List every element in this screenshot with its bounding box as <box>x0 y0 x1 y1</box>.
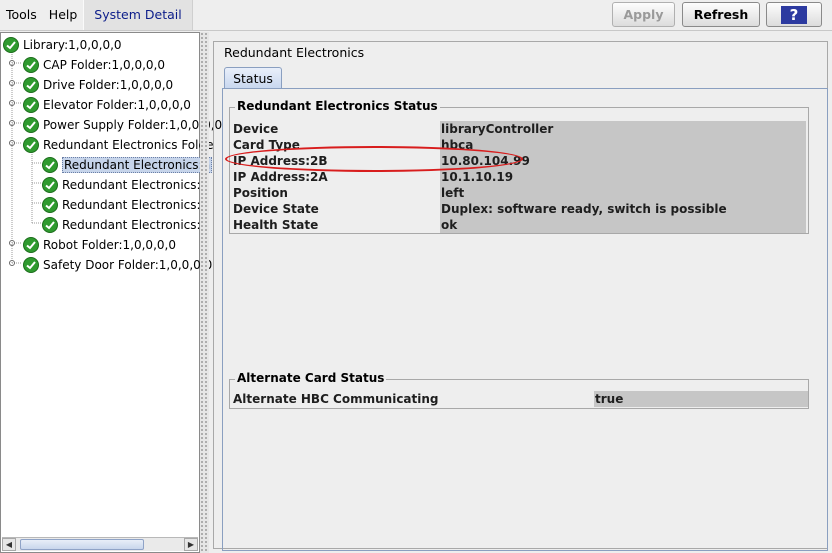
detail-group: Redundant Electronics Status Redundant E… <box>213 41 828 551</box>
ok-check-icon <box>23 137 39 153</box>
tree-item-label: Elevator Folder:1,0,0,0,0 <box>43 98 191 112</box>
row-label: Device State <box>233 202 319 216</box>
detail-title: Redundant Electronics <box>222 45 367 60</box>
tree-item-redundant-electronics-3[interactable]: Redundant Electronics:h <box>42 195 208 215</box>
status-group-title: Redundant Electronics Status <box>235 99 440 113</box>
row-value: ok <box>440 217 806 233</box>
tree-item-label: Power Supply Folder:1,0,0,0,0 <box>43 118 223 132</box>
tree-item-elevator-folder[interactable]: Elevator Folder:1,0,0,0,0 <box>23 95 191 115</box>
tree-item-label: CAP Folder:1,0,0,0,0 <box>43 58 165 72</box>
help-icon: ? <box>781 5 807 24</box>
tree-item-label: Redundant Electronics:h <box>62 198 209 212</box>
scroll-left-arrow-icon[interactable]: ◀ <box>2 538 16 551</box>
tree-panel: Library:1,0,0,0,0 CAP Folder:1,0,0,0,0 D… <box>0 32 222 553</box>
menu-help[interactable]: Help <box>43 0 84 30</box>
row-value: 10.1.10.19 <box>440 169 806 185</box>
tree-item-label: Drive Folder:1,0,0,0,0 <box>43 78 174 92</box>
ok-check-icon <box>42 177 58 193</box>
tree-item-redundant-electronics-4[interactable]: Redundant Electronics:h <box>42 215 208 235</box>
ok-check-icon <box>23 117 39 133</box>
tree-item-label: Redundant Electronics:h <box>62 218 209 232</box>
tree-item-library[interactable]: Library:1,0,0,0,0 <box>3 35 122 55</box>
refresh-button[interactable]: Refresh <box>682 2 760 27</box>
row-value: libraryController <box>440 121 806 137</box>
apply-button[interactable]: Apply <box>612 2 675 27</box>
row-value: left <box>440 185 806 201</box>
scroll-right-arrow-icon[interactable]: ▶ <box>184 538 198 551</box>
ok-check-icon <box>3 37 19 53</box>
ok-check-icon <box>23 97 39 113</box>
split-pane-divider[interactable] <box>200 32 209 553</box>
ok-check-icon <box>42 157 58 173</box>
highlight-ellipse <box>225 146 523 172</box>
ok-check-icon <box>42 217 58 233</box>
row-value: true <box>594 391 808 407</box>
alternate-card-group: Alternate Card Status Alternate HBC Comm… <box>229 371 809 409</box>
tree-item-label: Robot Folder:1,0,0,0,0 <box>43 238 176 252</box>
top-toolbar: Tools Help System Detail Apply Refresh ? <box>0 0 832 31</box>
ok-check-icon <box>23 77 39 93</box>
tree-item-drive-folder[interactable]: Drive Folder:1,0,0,0,0 <box>23 75 173 95</box>
scrollbar-thumb[interactable] <box>20 539 144 550</box>
tree-item-safety-door-folder[interactable]: Safety Door Folder:1,0,0,0,0 <box>23 255 212 275</box>
tree-item-redundant-electronics-folder[interactable]: Redundant Electronics Folde <box>23 135 213 155</box>
menu-system-detail[interactable]: System Detail <box>83 0 193 30</box>
row-label: Position <box>233 186 288 200</box>
menu-tools[interactable]: Tools <box>0 0 43 30</box>
tree-item-label: Redundant Electronics Folde <box>43 138 214 152</box>
menu-bar: Tools Help System Detail <box>0 0 193 30</box>
tree-item-cap-folder[interactable]: CAP Folder:1,0,0,0,0 <box>23 55 165 75</box>
help-button[interactable]: ? <box>766 2 822 27</box>
tree-item-redundant-electronics-2[interactable]: Redundant Electronics:h <box>42 175 208 195</box>
tree-item-label: Library:1,0,0,0,0 <box>23 38 122 52</box>
tree-item-robot-folder[interactable]: Robot Folder:1,0,0,0,0 <box>23 235 176 255</box>
tab-status[interactable]: Status <box>224 67 282 89</box>
tree-horizontal-scrollbar[interactable]: ◀ ▶ <box>2 537 198 551</box>
row-label: Alternate HBC Communicating <box>233 392 439 406</box>
ok-check-icon <box>23 237 39 253</box>
row-label: IP Address:2A <box>233 170 328 184</box>
tree-item-redundant-electronics-1[interactable]: Redundant Electronics:h <box>42 155 213 175</box>
tab-content: Redundant Electronics Status Device libr… <box>222 88 828 551</box>
alternate-group-title: Alternate Card Status <box>235 371 387 385</box>
tree-item-power-supply-folder[interactable]: Power Supply Folder:1,0,0,0,0 <box>23 115 222 135</box>
ok-check-icon <box>23 57 39 73</box>
row-label: Device <box>233 122 279 136</box>
row-label: Health State <box>233 218 319 232</box>
ok-check-icon <box>23 257 39 273</box>
tree-item-label: Redundant Electronics:h <box>62 178 209 192</box>
tree-item-label: Safety Door Folder:1,0,0,0,0 <box>43 258 213 272</box>
ok-check-icon <box>42 197 58 213</box>
detail-panel: Redundant Electronics Status Redundant E… <box>209 32 832 553</box>
tree-item-label-selected: Redundant Electronics:h <box>62 157 213 173</box>
status-group: Redundant Electronics Status Device libr… <box>225 99 809 234</box>
row-value: Duplex: software ready, switch is possib… <box>440 201 806 217</box>
